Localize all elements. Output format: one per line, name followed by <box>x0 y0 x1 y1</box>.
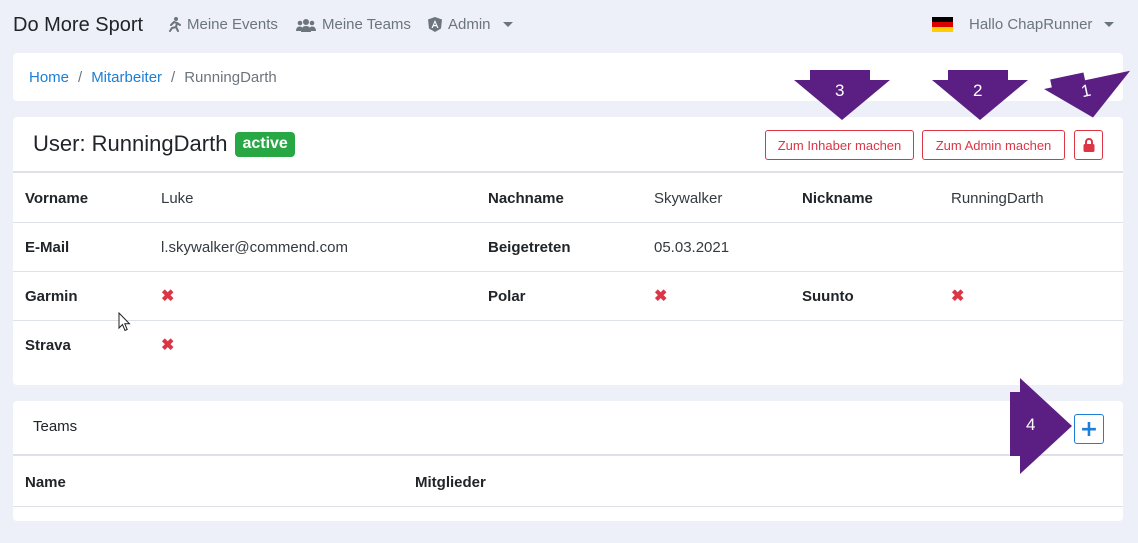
app-brand[interactable]: Do More Sport <box>13 14 143 37</box>
lastname-label: Nachname <box>488 190 564 207</box>
strava-status-icon: ✖ <box>161 337 175 354</box>
email-label: E-Mail <box>25 239 70 256</box>
teams-card-header: Teams + <box>13 401 1123 456</box>
nav-my-events-label: Meine Events <box>187 16 278 33</box>
callout-arrow-1: 1 <box>1044 70 1131 118</box>
make-admin-button[interactable]: Zum Admin machen <box>922 130 1065 160</box>
polar-status-icon: ✖ <box>654 288 668 305</box>
callout-arrow-2: 2 <box>932 70 1028 120</box>
nickname-value: RunningDarth <box>951 190 1044 207</box>
users-icon <box>296 18 316 32</box>
nav-my-teams[interactable]: Meine Teams <box>296 16 411 33</box>
chevron-down-icon <box>502 22 513 27</box>
firstname-label: Vorname <box>25 190 89 207</box>
breadcrumb-separator: / <box>171 68 176 86</box>
user-title-text: User: RunningDarth <box>33 131 228 156</box>
german-flag-icon[interactable] <box>932 17 953 32</box>
polar-label: Polar <box>488 288 526 305</box>
teams-title: Teams <box>33 418 78 435</box>
callout-arrow-3: 3 <box>794 70 890 120</box>
lock-button[interactable] <box>1074 130 1103 160</box>
user-greeting: Hallo ChapRunner <box>969 16 1093 33</box>
joined-label: Beigetreten <box>488 239 571 256</box>
lastname-value: Skywalker <box>654 190 723 207</box>
add-team-button[interactable]: + <box>1074 414 1104 444</box>
nav-admin-label: Admin <box>448 16 491 33</box>
nickname-label: Nickname <box>802 190 873 207</box>
firstname-value: Luke <box>161 190 194 207</box>
callout-label-4: 4 <box>1026 415 1035 434</box>
running-icon <box>169 17 181 32</box>
strava-label: Strava <box>25 337 71 354</box>
breadcrumb-separator: / <box>78 68 83 86</box>
lock-icon <box>1083 138 1094 152</box>
user-row-strava: Strava ✖ <box>13 321 1123 370</box>
user-detail-card: User: RunningDarth active Zum Inhaber ma… <box>13 117 1123 385</box>
breadcrumb-employees[interactable]: Mitarbeiter <box>91 69 162 86</box>
breadcrumb-home[interactable]: Home <box>29 69 69 86</box>
callout-label-3: 3 <box>835 81 844 100</box>
suunto-label: Suunto <box>802 288 854 305</box>
user-row-names: Vorname Luke Nachname Skywalker Nickname… <box>13 174 1123 223</box>
joined-value: 05.03.2021 <box>654 239 730 256</box>
teams-card: Teams + Name Mitglieder <box>13 401 1123 521</box>
user-menu-dropdown[interactable]: Hallo ChapRunner <box>969 16 1115 33</box>
nav-admin-dropdown[interactable]: Admin <box>428 16 513 33</box>
angular-icon <box>428 17 442 32</box>
nav-my-events[interactable]: Meine Events <box>168 16 278 33</box>
garmin-label: Garmin <box>25 288 78 305</box>
page-title: User: RunningDarth active <box>33 131 295 157</box>
user-card-header: User: RunningDarth active Zum Inhaber ma… <box>13 117 1123 173</box>
nav-my-teams-label: Meine Teams <box>322 16 411 33</box>
column-header-members: Mitglieder <box>415 474 486 491</box>
garmin-status-icon: ✖ <box>161 288 175 305</box>
status-badge: active <box>235 131 295 157</box>
user-row-devices: Garmin ✖ Polar ✖ Suunto ✖ <box>13 272 1123 321</box>
chevron-down-icon <box>1104 22 1115 27</box>
callout-label-2: 2 <box>973 81 982 100</box>
teams-table-header: Name Mitglieder <box>13 457 1123 507</box>
breadcrumb-current: RunningDarth <box>184 68 277 86</box>
column-header-name: Name <box>25 474 66 491</box>
make-owner-button[interactable]: Zum Inhaber machen <box>765 130 914 160</box>
top-navbar: Do More Sport Meine Events Meine Teams A… <box>0 0 1138 52</box>
callout-arrow-4: 4 <box>1010 378 1072 474</box>
user-row-contact: E-Mail l.skywalker@commend.com Beigetret… <box>13 223 1123 272</box>
suunto-status-icon: ✖ <box>951 288 965 305</box>
email-value: l.skywalker@commend.com <box>161 239 348 256</box>
mouse-cursor-icon <box>118 312 131 332</box>
